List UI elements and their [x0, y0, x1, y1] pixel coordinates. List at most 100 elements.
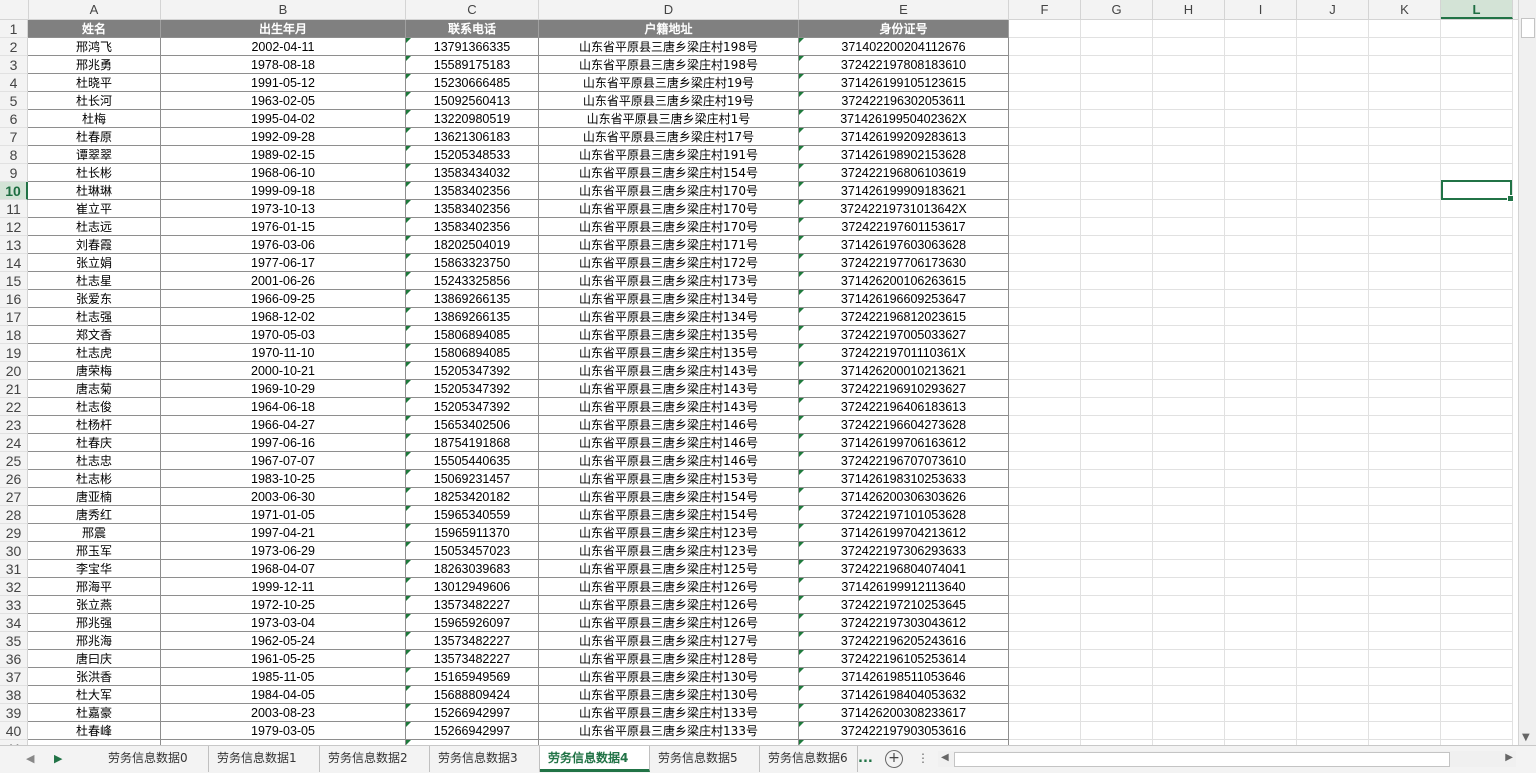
- row-header[interactable]: 17: [0, 308, 28, 326]
- empty-cell[interactable]: [1081, 200, 1153, 218]
- empty-cell[interactable]: [1225, 272, 1297, 290]
- id-number-cell[interactable]: 372422196812023615: [799, 308, 1009, 326]
- id-number-cell[interactable]: 372422197101053628: [799, 506, 1009, 524]
- empty-cell[interactable]: [1081, 380, 1153, 398]
- column-header-L[interactable]: L: [1441, 0, 1513, 19]
- empty-cell[interactable]: [1225, 650, 1297, 668]
- column-header-K[interactable]: K: [1369, 0, 1441, 19]
- birthdate-cell[interactable]: 1992-09-28: [161, 128, 406, 146]
- empty-cell[interactable]: [1081, 416, 1153, 434]
- empty-cell[interactable]: [1369, 686, 1441, 704]
- birthdate-cell[interactable]: 1973-06-29: [161, 542, 406, 560]
- empty-cell[interactable]: [1081, 74, 1153, 92]
- row-header[interactable]: 18: [0, 326, 28, 344]
- id-number-cell[interactable]: 372422196804074041: [799, 560, 1009, 578]
- id-number-cell[interactable]: 371426199105123615: [799, 74, 1009, 92]
- phone-cell[interactable]: 15688809424: [406, 686, 539, 704]
- empty-cell[interactable]: [1297, 326, 1369, 344]
- row-header[interactable]: 29: [0, 524, 28, 542]
- row-header[interactable]: 3: [0, 56, 28, 74]
- empty-cell[interactable]: [1081, 578, 1153, 596]
- empty-cell[interactable]: [1297, 434, 1369, 452]
- name-cell[interactable]: 郑文香: [28, 326, 161, 344]
- birthdate-cell[interactable]: 1968-06-10: [161, 164, 406, 182]
- name-cell[interactable]: 邢兆强: [28, 614, 161, 632]
- column-header-B[interactable]: B: [161, 0, 406, 19]
- empty-cell[interactable]: [1369, 560, 1441, 578]
- empty-cell[interactable]: [1297, 362, 1369, 380]
- row-header[interactable]: 4: [0, 74, 28, 92]
- empty-cell[interactable]: [1225, 452, 1297, 470]
- name-cell[interactable]: 唐秀红: [28, 506, 161, 524]
- name-cell[interactable]: 邢鸿飞: [28, 38, 161, 56]
- empty-cell[interactable]: [1225, 578, 1297, 596]
- empty-cell[interactable]: [1297, 452, 1369, 470]
- more-sheets-button[interactable]: ...: [858, 751, 873, 766]
- birthdate-cell[interactable]: 2003-06-30: [161, 488, 406, 506]
- empty-cell[interactable]: [1441, 380, 1513, 398]
- phone-cell[interactable]: 18754191868: [406, 434, 539, 452]
- id-number-cell[interactable]: 371426196609253647: [799, 290, 1009, 308]
- header-cell[interactable]: 联系电话: [406, 20, 539, 38]
- empty-cell[interactable]: [1153, 362, 1225, 380]
- empty-cell[interactable]: [1441, 326, 1513, 344]
- empty-cell[interactable]: [1297, 416, 1369, 434]
- empty-cell[interactable]: [1153, 596, 1225, 614]
- empty-cell[interactable]: [1369, 668, 1441, 686]
- empty-cell[interactable]: [1369, 722, 1441, 740]
- empty-cell[interactable]: [1153, 218, 1225, 236]
- id-number-cell[interactable]: 37242219731013642X: [799, 200, 1009, 218]
- empty-cell[interactable]: [1081, 326, 1153, 344]
- birthdate-cell[interactable]: 1966-04-27: [161, 416, 406, 434]
- empty-cell[interactable]: [1153, 452, 1225, 470]
- empty-cell[interactable]: [1369, 470, 1441, 488]
- phone-cell[interactable]: 18253420182: [406, 488, 539, 506]
- row-header[interactable]: 6: [0, 110, 28, 128]
- empty-cell[interactable]: [1153, 560, 1225, 578]
- horizontal-scrollbar[interactable]: ◀ ▶: [938, 751, 1516, 767]
- address-cell[interactable]: 山东省平原县三唐乡梁庄村135号: [539, 344, 799, 362]
- birthdate-cell[interactable]: 1970-11-10: [161, 344, 406, 362]
- empty-cell[interactable]: [1441, 344, 1513, 362]
- name-cell[interactable]: 唐亚楠: [28, 488, 161, 506]
- id-number-cell[interactable]: 372422196707073610: [799, 452, 1009, 470]
- name-cell[interactable]: 杜春原: [28, 128, 161, 146]
- address-cell[interactable]: 山东省平原县三唐乡梁庄村191号: [539, 146, 799, 164]
- empty-cell[interactable]: [1081, 254, 1153, 272]
- phone-cell[interactable]: 13220980519: [406, 110, 539, 128]
- name-cell[interactable]: 邢兆勇: [28, 56, 161, 74]
- empty-cell[interactable]: [1009, 146, 1081, 164]
- empty-cell[interactable]: [1225, 722, 1297, 740]
- row-header[interactable]: 15: [0, 272, 28, 290]
- column-header-A[interactable]: A: [28, 0, 161, 19]
- id-number-cell[interactable]: 372422196205243616: [799, 632, 1009, 650]
- phone-cell[interactable]: 15965340559: [406, 506, 539, 524]
- sheet-tab[interactable]: 劳务信息数据4: [540, 746, 650, 772]
- name-cell[interactable]: 杜晓平: [28, 74, 161, 92]
- empty-cell[interactable]: [1009, 182, 1081, 200]
- empty-cell[interactable]: [1225, 20, 1297, 38]
- birthdate-cell[interactable]: 2000-10-21: [161, 362, 406, 380]
- empty-cell[interactable]: [1153, 326, 1225, 344]
- empty-cell[interactable]: [1153, 38, 1225, 56]
- header-cell[interactable]: 姓名: [28, 20, 161, 38]
- name-cell[interactable]: 杜长河: [28, 92, 161, 110]
- name-cell[interactable]: 杜大军: [28, 686, 161, 704]
- name-cell[interactable]: 杜嘉豪: [28, 704, 161, 722]
- empty-cell[interactable]: [1297, 20, 1369, 38]
- empty-cell[interactable]: [1297, 614, 1369, 632]
- birthdate-cell[interactable]: 1969-10-29: [161, 380, 406, 398]
- address-cell[interactable]: 山东省平原县三唐乡梁庄村125号: [539, 560, 799, 578]
- phone-cell[interactable]: 13583402356: [406, 218, 539, 236]
- empty-cell[interactable]: [1225, 92, 1297, 110]
- empty-cell[interactable]: [1441, 146, 1513, 164]
- row-header[interactable]: 30: [0, 542, 28, 560]
- empty-cell[interactable]: [1369, 20, 1441, 38]
- phone-cell[interactable]: 15069231457: [406, 470, 539, 488]
- birthdate-cell[interactable]: 1979-03-05: [161, 722, 406, 740]
- empty-cell[interactable]: [1441, 416, 1513, 434]
- empty-cell[interactable]: [1081, 218, 1153, 236]
- empty-cell[interactable]: [1441, 74, 1513, 92]
- birthdate-cell[interactable]: 1985-11-05: [161, 668, 406, 686]
- empty-cell[interactable]: [1369, 326, 1441, 344]
